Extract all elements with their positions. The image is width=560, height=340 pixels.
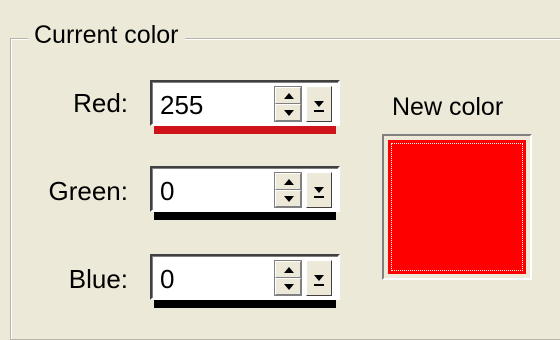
green-level-bar [154,212,336,220]
green-input[interactable] [160,176,265,206]
spin-down-icon [284,110,294,116]
spin-down-icon [284,284,294,290]
red-input[interactable] [160,90,265,120]
current-color-group-title: Current color [28,20,185,50]
new-color-fill [388,140,526,274]
red-input-frame [150,80,340,126]
red-label: Red: [73,88,128,118]
blue-field [150,254,340,312]
blue-spinner[interactable] [274,260,302,296]
blue-input-frame [150,254,340,300]
spin-up-icon [284,93,294,99]
blue-spin-down-button[interactable] [275,278,301,295]
dropdown-arrow-icon [314,187,324,193]
green-dropdown-button[interactable] [306,172,332,208]
red-level-bar [154,126,336,134]
green-input-frame [150,166,340,212]
red-spin-up-button[interactable] [275,87,301,104]
red-spinner[interactable] [274,86,302,122]
spin-up-icon [284,179,294,185]
blue-label: Blue: [68,264,128,294]
new-color-label: New color [392,93,504,121]
red-dropdown-button[interactable] [306,86,332,122]
green-label: Green: [48,176,129,206]
spin-down-icon [284,196,294,202]
new-color-swatch[interactable] [382,134,532,280]
blue-spin-up-button[interactable] [275,261,301,278]
blue-level-bar [154,300,336,308]
dropdown-arrow-icon [314,275,324,281]
blue-dropdown-button[interactable] [306,260,332,296]
red-field [150,80,340,138]
green-field [150,166,340,224]
red-spin-down-button[interactable] [275,104,301,121]
green-spinner[interactable] [274,172,302,208]
blue-input[interactable] [160,264,265,294]
green-spin-down-button[interactable] [275,190,301,207]
green-spin-up-button[interactable] [275,173,301,190]
dropdown-arrow-icon [314,101,324,107]
spin-up-icon [284,267,294,273]
